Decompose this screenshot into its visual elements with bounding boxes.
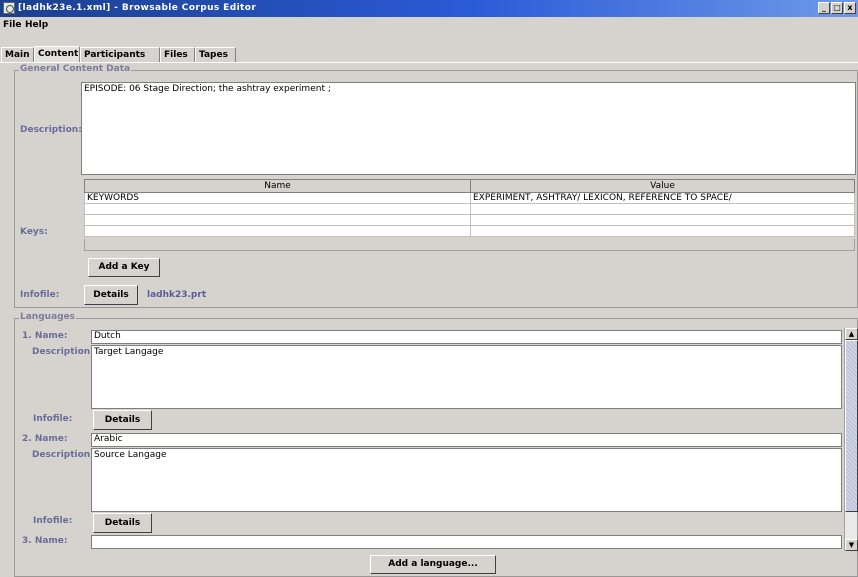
close-icon[interactable]: x bbox=[844, 2, 856, 14]
table-cell[interactable] bbox=[470, 203, 855, 215]
scroll-down-icon[interactable]: ▼ bbox=[845, 539, 858, 551]
table-row[interactable] bbox=[84, 225, 855, 237]
tab-content[interactable]: Content bbox=[34, 46, 80, 63]
keys-column-value[interactable]: Value bbox=[470, 179, 855, 193]
table-cell[interactable] bbox=[84, 225, 471, 237]
menu-file[interactable]: File bbox=[3, 17, 21, 33]
language-1-name-field[interactable]: Dutch bbox=[91, 330, 842, 344]
maximize-icon[interactable]: □ bbox=[831, 2, 843, 14]
app-icon bbox=[3, 2, 15, 14]
tab-main[interactable]: Main bbox=[1, 47, 34, 62]
language-2-name-label: 2. Name: bbox=[22, 434, 68, 444]
tab-participants[interactable]: Participants bbox=[80, 47, 160, 62]
keys-label: Keys: bbox=[20, 227, 48, 237]
language-1-details-button[interactable]: Details bbox=[93, 410, 152, 430]
table-cell[interactable] bbox=[84, 203, 471, 215]
language-2-description-field[interactable]: Source Langage bbox=[91, 448, 842, 512]
menu-help[interactable]: Help bbox=[25, 17, 48, 33]
table-cell[interactable]: KEYWORDS bbox=[84, 192, 471, 204]
keys-table-header: Name Value bbox=[84, 179, 855, 193]
add-language-button[interactable]: Add a language... bbox=[370, 555, 496, 574]
minimize-icon[interactable]: _ bbox=[818, 2, 830, 14]
add-key-button[interactable]: Add a Key bbox=[88, 258, 160, 277]
scroll-thumb[interactable] bbox=[845, 340, 858, 512]
language-3-name-field[interactable] bbox=[91, 535, 842, 549]
keys-table[interactable]: Name Value KEYWORDS EXPERIMENT, ASHTRAY/… bbox=[84, 179, 855, 237]
keys-table-filler bbox=[84, 239, 855, 251]
table-row[interactable]: KEYWORDS EXPERIMENT, ASHTRAY/ LEXICON, R… bbox=[84, 192, 855, 204]
tab-tapes[interactable]: Tapes bbox=[195, 47, 236, 62]
tab-files[interactable]: Files bbox=[160, 47, 195, 62]
language-1-description-label: Description: bbox=[32, 347, 94, 357]
general-content-title: General Content Data bbox=[19, 64, 132, 74]
menu-bar: File Help bbox=[0, 17, 858, 33]
infofile-label: Infofile: bbox=[20, 290, 60, 300]
table-row[interactable] bbox=[84, 203, 855, 215]
language-1-name-label: 1. Name: bbox=[22, 331, 68, 341]
scroll-up-icon[interactable]: ▲ bbox=[845, 328, 858, 340]
tab-divider bbox=[0, 62, 858, 63]
language-2-description-label: Description: bbox=[32, 450, 94, 460]
details-button[interactable]: Details bbox=[84, 285, 138, 305]
window-controls: _ □ x bbox=[817, 2, 856, 15]
table-cell[interactable]: EXPERIMENT, ASHTRAY/ LEXICON, REFERENCE … bbox=[470, 192, 855, 204]
window-title: [ladhk23e.1.xml] - Browsable Corpus Edit… bbox=[18, 3, 257, 13]
table-cell[interactable] bbox=[470, 214, 855, 226]
description-label: Description: bbox=[20, 125, 82, 135]
languages-scrollbar[interactable]: ▲ ▼ bbox=[844, 328, 858, 551]
languages-title: Languages bbox=[19, 312, 77, 322]
table-cell[interactable] bbox=[470, 225, 855, 237]
language-1-description-field[interactable]: Target Langage bbox=[91, 345, 842, 409]
language-3-name-label: 3. Name: bbox=[22, 536, 68, 546]
table-cell[interactable] bbox=[84, 214, 471, 226]
language-1-infofile-label: Infofile: bbox=[33, 414, 73, 424]
window-titlebar[interactable]: [ladhk23e.1.xml] - Browsable Corpus Edit… bbox=[0, 0, 858, 17]
language-2-name-field[interactable]: Arabic bbox=[91, 433, 842, 447]
description-textarea[interactable]: EPISODE: 06 Stage Direction; the ashtray… bbox=[81, 82, 856, 175]
infofile-name[interactable]: ladhk23.prt bbox=[147, 290, 206, 300]
language-2-details-button[interactable]: Details bbox=[93, 513, 152, 533]
table-row[interactable] bbox=[84, 214, 855, 226]
language-2-infofile-label: Infofile: bbox=[33, 516, 73, 526]
keys-column-name[interactable]: Name bbox=[84, 179, 471, 193]
